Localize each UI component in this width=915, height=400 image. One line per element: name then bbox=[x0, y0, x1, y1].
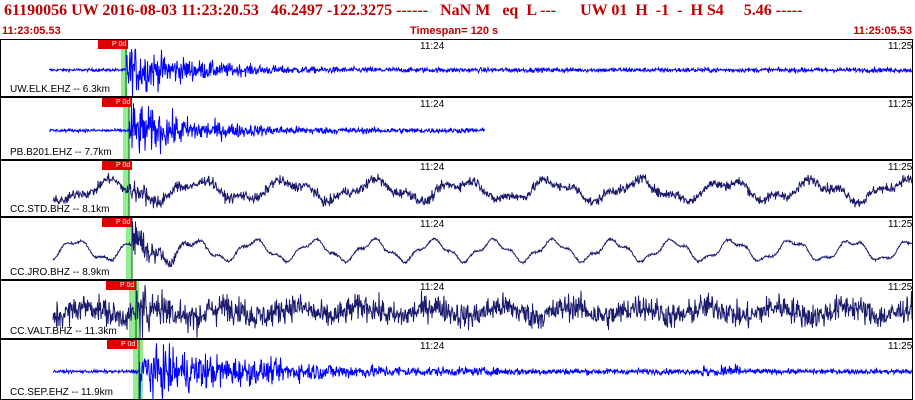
waveform-line bbox=[52, 221, 912, 268]
arrival-window bbox=[126, 218, 132, 279]
p-pick-marker[interactable]: P 0d bbox=[102, 161, 132, 170]
minute-tick-label: 11:24 bbox=[420, 282, 445, 293]
minute-tick-label: 11:24 bbox=[420, 99, 445, 110]
p-pick-marker[interactable]: P 0d bbox=[102, 218, 132, 227]
timespan-label: Timespan= 120 s bbox=[410, 25, 499, 37]
station-label: CC.JRO.BHZ -- 8.9km bbox=[10, 267, 110, 278]
p-pick-marker[interactable]: P 0d bbox=[98, 40, 128, 49]
p-pick-marker[interactable]: P 0d bbox=[107, 340, 137, 349]
p-pick-marker[interactable]: P 0d bbox=[102, 98, 132, 107]
minute-tick-label: 11:25 bbox=[888, 341, 913, 352]
p-pick-marker[interactable]: P 0d bbox=[106, 281, 136, 290]
minute-tick-label: 11:24 bbox=[420, 41, 445, 52]
minute-tick-label: 11:25 bbox=[888, 41, 913, 52]
trace-panel-elk[interactable]: P 0d 11:24 11:25 UW.ELK.EHZ -- 6.3km bbox=[0, 39, 913, 97]
station-label: PB.B201.EHZ -- 7.7km bbox=[10, 147, 112, 158]
seismogram-panels: P 0d 11:24 11:25 UW.ELK.EHZ -- 6.3km P 0… bbox=[0, 39, 915, 400]
waveform-line bbox=[48, 48, 912, 96]
station-label: CC.SEP.EHZ -- 11.9km bbox=[10, 387, 113, 398]
trace-panel-std[interactable]: P 0d 11:24 11:25 CC.STD.BHZ -- 8.1km bbox=[0, 160, 913, 217]
start-time: 11:23:05.53 bbox=[2, 25, 61, 37]
trace-panel-sep[interactable]: P 0d 11:24 11:25 CC.SEP.EHZ -- 11.9km bbox=[0, 339, 913, 400]
waveform-line bbox=[48, 103, 486, 155]
end-time: 11:25:05.53 bbox=[853, 25, 912, 37]
waveform-trace bbox=[52, 281, 912, 338]
minute-tick-label: 11:25 bbox=[888, 282, 913, 293]
event-header: 61190056 UW 2016-08-03 11:23:20.53 46.24… bbox=[0, 0, 915, 26]
station-label: UW.ELK.EHZ -- 6.3km bbox=[10, 84, 111, 95]
station-label: CC.VALT.BHZ -- 11.3km bbox=[10, 326, 117, 337]
minute-tick-label: 11:24 bbox=[420, 219, 445, 230]
minute-tick-label: 11:25 bbox=[888, 162, 913, 173]
waveform-trace bbox=[48, 40, 912, 96]
station-label: CC.STD.BHZ -- 8.1km bbox=[10, 204, 110, 215]
trace-panel-valt[interactable]: P 0d 11:24 11:25 CC.VALT.BHZ -- 11.3km bbox=[0, 280, 913, 339]
trace-panel-jro[interactable]: P 0d 11:24 11:25 CC.JRO.BHZ -- 8.9km bbox=[0, 217, 913, 280]
waveform-trace bbox=[52, 161, 912, 216]
waveform-line bbox=[52, 285, 912, 338]
waveform-trace bbox=[53, 340, 912, 399]
waveform-line bbox=[53, 343, 912, 399]
waveform-line bbox=[52, 172, 912, 209]
waveform-trace bbox=[48, 98, 486, 159]
event-summary-line: 61190056 UW 2016-08-03 11:23:20.53 46.24… bbox=[4, 2, 803, 19]
minute-tick-label: 11:25 bbox=[888, 99, 913, 110]
minute-tick-label: 11:24 bbox=[420, 341, 445, 352]
trace-panel-b201[interactable]: P 0d 11:24 11:25 PB.B201.EHZ -- 7.7km bbox=[0, 97, 913, 160]
minute-tick-label: 11:24 bbox=[420, 162, 445, 173]
minute-tick-label: 11:25 bbox=[888, 219, 913, 230]
waveform-trace bbox=[52, 218, 912, 279]
